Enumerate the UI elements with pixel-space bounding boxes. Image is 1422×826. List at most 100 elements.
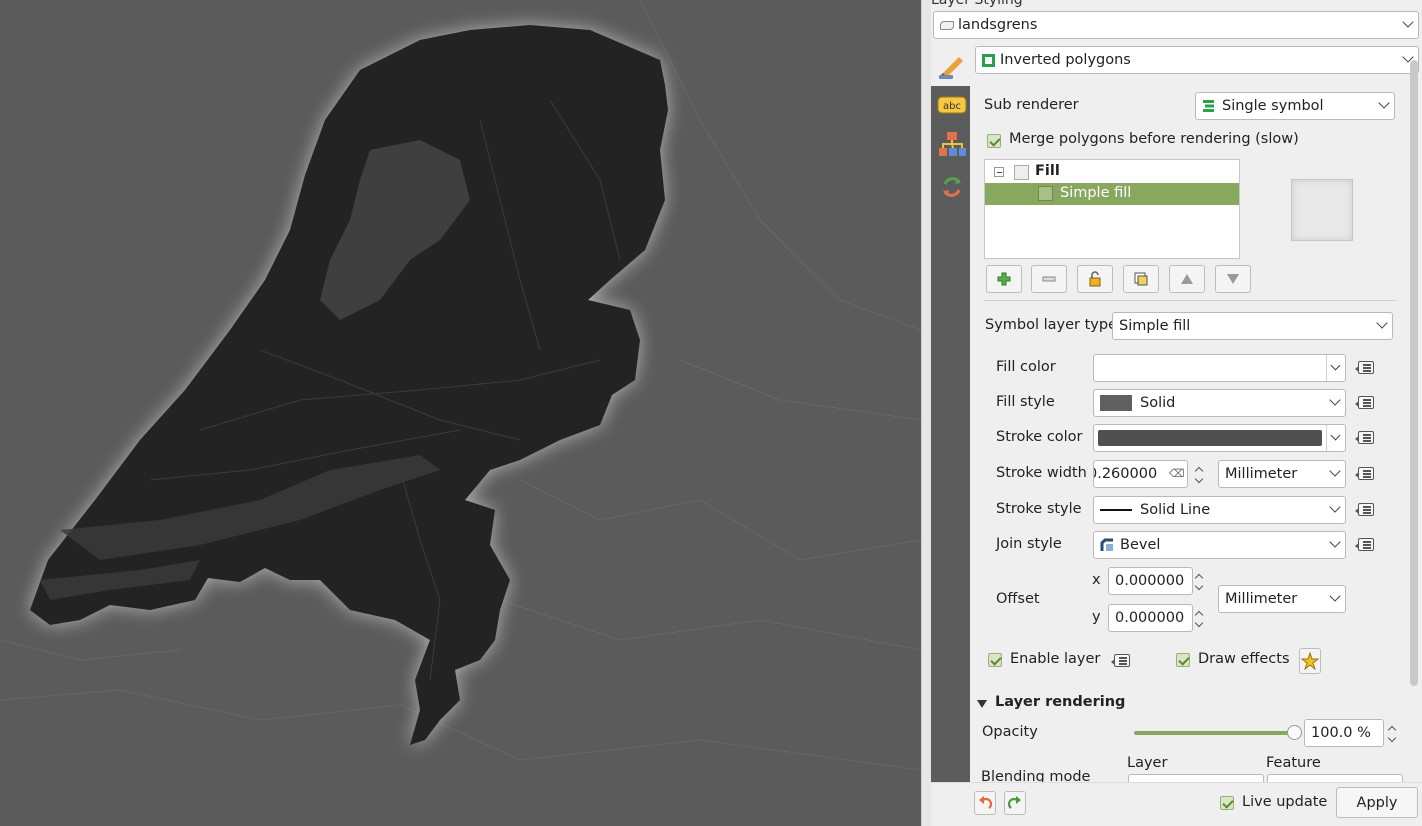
data-defined-icon[interactable] (1355, 499, 1381, 521)
merge-polygons-checkbox[interactable] (987, 134, 1001, 148)
svg-text:abc: abc (943, 101, 961, 112)
symbol-preview (1291, 179, 1353, 241)
layer-styling-panel: Layer Styling landsgrens abc Inverted po… (931, 0, 1422, 826)
chevron-down-icon (1330, 360, 1341, 371)
stroke-style-select[interactable]: Solid Line (1093, 496, 1346, 524)
fill-style-swatch (1100, 395, 1132, 411)
layer-select[interactable]: landsgrens (933, 11, 1419, 39)
stroke-width-stepper[interactable] (1192, 460, 1208, 488)
tree-item-label: Simple fill (1060, 185, 1132, 201)
offset-x-input[interactable]: 0.000000 (1108, 567, 1193, 595)
data-defined-icon[interactable] (1355, 534, 1381, 556)
symbol-layer-type-select[interactable]: Simple fill (1112, 312, 1393, 340)
opacity-slider-handle[interactable] (1287, 725, 1302, 740)
draw-effects-label: Draw effects (1198, 651, 1290, 667)
chevron-down-icon (1376, 317, 1388, 329)
remove-symbol-layer-button[interactable] (1031, 265, 1067, 293)
symbol-layer-type-label: Symbol layer type (985, 317, 1118, 333)
chevron-down-icon (1378, 97, 1390, 109)
enable-layer-checkbox[interactable] (988, 653, 1002, 667)
fill-color-button[interactable] (1093, 354, 1346, 382)
move-up-button[interactable] (1169, 265, 1205, 293)
blending-mode-label: Blending mode (981, 770, 1091, 782)
stroke-width-input[interactable]: 0.260000 ⌫ (1093, 460, 1188, 488)
divider (984, 300, 1396, 301)
apply-button[interactable]: Apply (1336, 787, 1418, 818)
opacity-input[interactable]: 100.0 % (1304, 719, 1384, 747)
apply-button-label: Apply (1356, 794, 1398, 811)
stroke-color-label: Stroke color (996, 429, 1083, 445)
blend-feature-select[interactable] (1267, 774, 1403, 782)
redo-button[interactable] (1004, 791, 1026, 815)
data-defined-icon[interactable] (1355, 427, 1381, 449)
offset-unit-select[interactable]: Millimeter (1218, 585, 1346, 613)
fill-style-label: Fill style (996, 394, 1055, 410)
stroke-color-swatch (1098, 430, 1322, 446)
paintbrush-icon (939, 57, 963, 79)
offset-y-stepper[interactable] (1192, 604, 1208, 632)
arrow-up-icon (1181, 274, 1193, 284)
join-style-select[interactable]: Bevel (1093, 531, 1346, 559)
renderer-select[interactable]: Inverted polygons (975, 46, 1419, 74)
draw-effects-checkbox[interactable] (1176, 653, 1190, 667)
sub-renderer-select[interactable]: Single symbol (1195, 92, 1395, 120)
panel-splitter[interactable] (921, 0, 931, 826)
stroke-width-unit-select[interactable]: Millimeter (1218, 460, 1346, 488)
fill-symbol-swatch (1014, 165, 1029, 180)
sidebar-tab-history[interactable] (937, 172, 967, 200)
join-style-value: Bevel (1120, 537, 1161, 553)
panel-title: Layer Styling (931, 0, 1023, 8)
offset-y-input[interactable]: 0.000000 (1108, 604, 1193, 632)
tree-root-fill[interactable]: Fill (1035, 163, 1060, 179)
opacity-stepper[interactable] (1385, 719, 1401, 747)
offset-x-label: x (1092, 572, 1101, 588)
offset-unit-value: Millimeter (1225, 591, 1298, 607)
live-update-label: Live update (1242, 794, 1328, 810)
chevron-down-icon (1329, 536, 1341, 548)
fill-style-select[interactable]: Solid (1093, 389, 1346, 417)
merge-polygons-label: Merge polygons before rendering (slow) (1009, 131, 1299, 147)
blend-layer-select[interactable] (1128, 774, 1264, 782)
opacity-value: 100.0 % (1311, 725, 1371, 741)
panel-scrollbar[interactable] (1410, 60, 1418, 686)
opacity-slider[interactable] (1134, 725, 1302, 740)
stroke-style-value: Solid Line (1140, 502, 1211, 518)
live-update-checkbox[interactable] (1220, 796, 1234, 810)
chevron-down-icon (1329, 465, 1341, 477)
tree-item-simple-fill[interactable]: Simple fill (985, 183, 1239, 205)
history-icon (943, 177, 961, 197)
lock-icon (1089, 271, 1101, 287)
clear-icon[interactable]: ⌫ (1169, 467, 1185, 480)
add-symbol-layer-button[interactable] (986, 265, 1022, 293)
layer-select-value: landsgrens (958, 17, 1038, 33)
offset-x-stepper[interactable] (1192, 567, 1208, 595)
collapse-arrow-icon[interactable] (977, 700, 987, 708)
data-defined-icon[interactable] (1355, 463, 1381, 485)
stroke-width-value: 0.260000 (1093, 466, 1158, 482)
data-defined-icon[interactable] (1355, 392, 1381, 414)
labels-abc-icon: abc (937, 96, 967, 114)
layer-rendering-header[interactable]: Layer rendering (995, 694, 1125, 710)
offset-x-value: 0.000000 (1115, 573, 1185, 589)
symbol-layer-tree[interactable]: Fill Simple fill (984, 159, 1240, 259)
effects-button[interactable] (1299, 648, 1321, 674)
sidebar-tab-labels[interactable]: abc (937, 94, 967, 122)
polygon-layer-icon (940, 20, 954, 30)
undo-button[interactable] (974, 791, 996, 815)
stroke-width-unit-value: Millimeter (1225, 466, 1298, 482)
style-sidebar (931, 46, 970, 818)
collapse-toggle[interactable] (994, 167, 1004, 177)
data-defined-icon[interactable] (1355, 357, 1381, 379)
map-canvas[interactable] (0, 0, 921, 826)
blending-row-clip: Blending mode (971, 770, 1411, 782)
sidebar-tab-symbology[interactable] (931, 46, 970, 86)
sidebar-tab-diagrams[interactable] (937, 130, 967, 158)
move-down-button[interactable] (1215, 265, 1251, 293)
undo-icon (979, 796, 993, 809)
lock-layer-button[interactable] (1077, 265, 1113, 293)
symbol-layer-type-value: Simple fill (1119, 318, 1191, 334)
data-defined-icon[interactable] (1111, 650, 1137, 672)
duplicate-layer-button[interactable] (1123, 265, 1159, 293)
map-rendering (0, 0, 921, 826)
stroke-color-button[interactable] (1093, 424, 1346, 452)
